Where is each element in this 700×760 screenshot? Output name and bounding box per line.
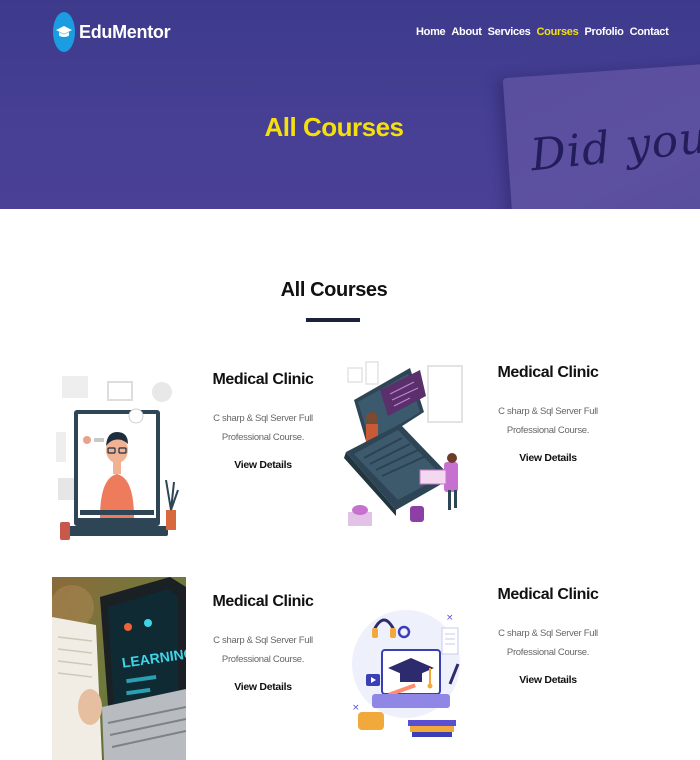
course-card-3: Medical Clinic C sharp & Sql Server Full… — [188, 593, 338, 693]
nav-courses[interactable]: Courses — [537, 26, 579, 38]
nav-about[interactable]: About — [451, 26, 482, 38]
course-title: Medical Clinic — [497, 586, 599, 603]
nav-home[interactable]: Home — [416, 26, 446, 38]
course-description: C sharp & Sql Server Full Professional C… — [213, 413, 313, 443]
course-image-online-teacher — [340, 360, 470, 546]
course-title: Medical Clinic — [212, 371, 314, 388]
course-image-learning-laptop: LEARNING — [52, 577, 186, 760]
course-card-2: Medical Clinic C sharp & Sql Server Full… — [473, 364, 623, 464]
course-card-1: Medical Clinic C sharp & Sql Server Full… — [188, 371, 338, 471]
hero-title: All Courses — [264, 112, 405, 142]
course-title: Medical Clinic — [497, 364, 599, 381]
course-image-graduation-cap: × × — [346, 598, 466, 748]
view-details-link[interactable]: View Details — [473, 452, 623, 464]
course-title: Medical Clinic — [212, 593, 314, 610]
graduation-cap-icon — [53, 12, 75, 52]
nav-services[interactable]: Services — [488, 26, 531, 38]
course-description: C sharp & Sql Server Full Professional C… — [498, 628, 598, 658]
view-details-link[interactable]: View Details — [473, 674, 623, 686]
hero-banner: Did you kno EduMentor Home About Service… — [0, 0, 700, 209]
nav-profolio[interactable]: Profolio — [584, 26, 623, 38]
nav-contact[interactable]: Contact — [630, 26, 669, 38]
course-image-video-call — [56, 370, 184, 546]
brand-logo[interactable]: EduMentor — [53, 12, 171, 52]
section-title: All Courses — [280, 279, 388, 301]
brand-name: EduMentor — [79, 21, 171, 42]
course-description: C sharp & Sql Server Full Professional C… — [498, 406, 598, 436]
course-description: C sharp & Sql Server Full Professional C… — [213, 635, 313, 665]
course-card-4: Medical Clinic C sharp & Sql Server Full… — [473, 586, 623, 686]
svg-text:×: × — [352, 703, 360, 713]
main-nav: Home About Services Courses Profolio Con… — [416, 26, 674, 38]
section-title-underline — [306, 318, 360, 322]
view-details-link[interactable]: View Details — [188, 459, 338, 471]
view-details-link[interactable]: View Details — [188, 681, 338, 693]
svg-text:×: × — [446, 613, 454, 623]
